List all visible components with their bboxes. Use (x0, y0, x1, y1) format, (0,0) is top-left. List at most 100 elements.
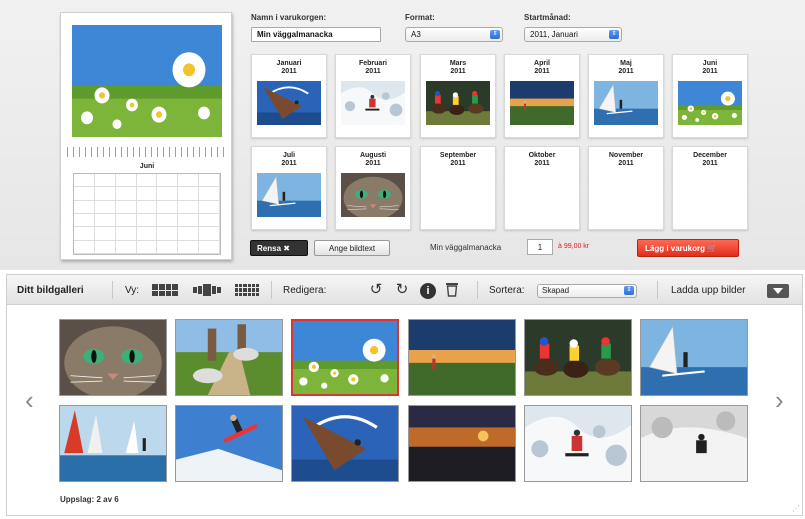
preview-day-cell (136, 200, 158, 214)
gallery-thumbnail[interactable] (408, 319, 516, 396)
month-slot-1[interactable]: Februari 2011 (335, 54, 411, 138)
month-label: Juli (282, 152, 296, 159)
cart-name-input[interactable]: Min väggalmanacka (251, 27, 381, 42)
preview-day-cell (178, 213, 200, 228)
select-arrows-icon: ⇕ (609, 30, 619, 39)
windsurfer-photo (257, 173, 321, 217)
quantity-input[interactable]: 1 (527, 239, 553, 255)
grid-view-icon[interactable] (152, 284, 178, 296)
trash-icon[interactable] (445, 281, 463, 299)
preview-day-cell (157, 227, 179, 241)
month-label: Januari (276, 60, 302, 67)
gallery-thumbnail[interactable] (640, 319, 748, 396)
gallery-thumbnail[interactable] (291, 319, 399, 396)
sort-value: Skapad (542, 286, 570, 295)
month-year: 2011 (281, 68, 297, 75)
add-caption-button[interactable]: Ange bildtext (314, 240, 390, 256)
rotate-left-icon[interactable]: ↺ (367, 281, 385, 299)
preview-day-cell (115, 174, 137, 188)
month-name: April 2011 (505, 60, 579, 76)
month-slot-0[interactable]: Januari 2011 (251, 54, 327, 138)
month-year: 2011 (450, 68, 466, 75)
filmstrip-view-icon[interactable] (193, 284, 221, 296)
month-photo (257, 173, 321, 217)
month-year: 2011 (702, 160, 718, 167)
preview-calendar-grid (73, 173, 221, 255)
preview-day-cell (199, 213, 220, 228)
preview-day-cell (74, 200, 95, 214)
preview-day-cell (115, 227, 137, 241)
month-photo (678, 81, 742, 125)
month-slot-8[interactable]: September 2011 (420, 146, 496, 230)
resize-grip-icon[interactable]: ⋰ (792, 504, 800, 513)
rotate-right-icon[interactable]: ↻ (393, 281, 411, 299)
month-slot-4[interactable]: Maj 2011 (588, 54, 664, 138)
month-label: September (439, 152, 477, 159)
gallery-thumbnail[interactable] (175, 319, 283, 396)
next-arrow-icon[interactable]: › (775, 385, 784, 416)
page-indicator: Uppslag: 2 av 6 (60, 495, 119, 504)
small-grid-view-icon[interactable] (235, 284, 259, 296)
horse-race-photo (525, 320, 631, 395)
gallery-thumbnail[interactable] (59, 319, 167, 396)
clear-button[interactable]: Rensa ✖ (250, 240, 308, 256)
gallery-toolbar: Ditt bildgalleri Vy: Redigera: ↺ ↻ i Sor… (7, 275, 802, 305)
select-arrows-icon: ⇕ (490, 30, 500, 39)
gallery-thumbnail[interactable] (524, 405, 632, 482)
kite-surfer-photo (257, 81, 321, 125)
gallery-thumbnail[interactable] (640, 405, 748, 482)
preview-day-cell (178, 227, 200, 241)
kite-surfer-photo (292, 406, 398, 481)
preview-day-cell (74, 240, 95, 254)
gallery-thumbnail[interactable] (175, 405, 283, 482)
month-slot-3[interactable]: April 2011 (504, 54, 580, 138)
preview-day-cell (115, 240, 137, 254)
preview-day-cell (94, 240, 116, 254)
month-slot-7[interactable]: Augusti 2011 (335, 146, 411, 230)
add-to-cart-button[interactable]: Lägg i varukorg 🛒 (637, 239, 739, 257)
month-slot-2[interactable]: Mars 2011 (420, 54, 496, 138)
calendar-editor: Juni Namn i varukorgen: Min väggalmanack… (0, 0, 805, 270)
upload-label: Ladda upp bilder (671, 285, 746, 296)
month-year: 2011 (534, 160, 550, 167)
gallery-thumbnail[interactable] (59, 405, 167, 482)
month-photo (510, 81, 574, 125)
divider (657, 281, 658, 299)
sunset-sky-photo (409, 406, 515, 481)
month-label: November (608, 152, 644, 159)
preview-day-cell (178, 200, 200, 214)
start-month-select[interactable]: 2011, Januari ⇕ (524, 27, 622, 42)
month-slot-10[interactable]: November 2011 (588, 146, 664, 230)
format-select[interactable]: A3 ⇕ (405, 27, 503, 42)
preview-day-cell (157, 240, 179, 254)
month-name: Augusti 2011 (336, 152, 410, 168)
month-slot-9[interactable]: Oktober 2011 (504, 146, 580, 230)
gallery-thumbnail[interactable] (291, 405, 399, 482)
sort-select[interactable]: Skapad ⇕ (537, 284, 637, 298)
upload-icon[interactable] (767, 284, 789, 298)
prev-arrow-icon[interactable]: ‹ (25, 385, 34, 416)
preview-month: Juni (139, 163, 155, 170)
cart-name-label: Namn i varukorgen: (251, 13, 327, 22)
golfer-sunset-photo (510, 81, 574, 125)
month-name: Juni 2011 (673, 60, 747, 76)
info-icon[interactable]: i (420, 283, 436, 299)
snowboarder-sky-photo (176, 406, 282, 481)
gallery-thumbnail[interactable] (524, 319, 632, 396)
month-slot-11[interactable]: December 2011 (672, 146, 748, 230)
month-slot-5[interactable]: Juni 2011 (672, 54, 748, 138)
preview-day-cell (136, 240, 158, 254)
snowboarder-snow-photo (341, 81, 405, 125)
format-label: Format: (405, 13, 435, 22)
month-year: 2011 (281, 160, 297, 167)
month-slot-6[interactable]: Juli 2011 (251, 146, 327, 230)
month-year: 2011 (365, 160, 381, 167)
month-photo (257, 81, 321, 125)
sort-label: Sortera: (489, 285, 525, 296)
preview-day-cell (199, 200, 220, 214)
gallery-thumbnail[interactable] (408, 405, 516, 482)
preview-day-cell (94, 213, 116, 228)
snowboarder-snow-photo (525, 406, 631, 481)
preview-day-cell (157, 213, 179, 228)
month-label: Februari (358, 60, 387, 67)
